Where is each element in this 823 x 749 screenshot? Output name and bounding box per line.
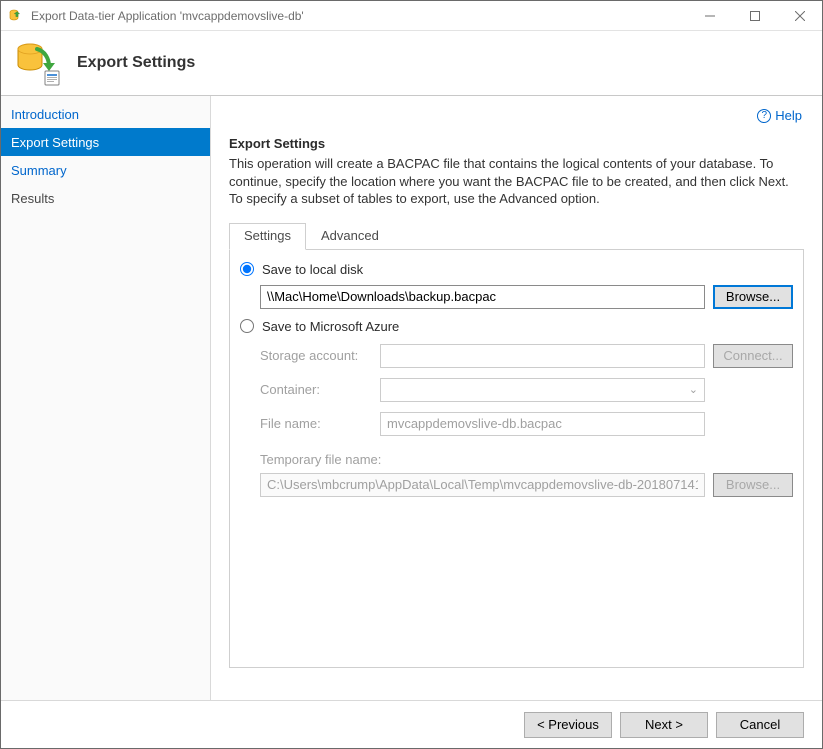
browse-temp-button: Browse... (713, 473, 793, 497)
save-azure-radio-label: Save to Microsoft Azure (262, 319, 399, 334)
help-label: Help (775, 108, 802, 123)
page-title: Export Settings (77, 54, 195, 72)
storage-account-input (380, 344, 705, 368)
save-azure-radio-row[interactable]: Save to Microsoft Azure (240, 319, 793, 334)
storage-account-row: Storage account: Connect... (260, 344, 793, 368)
file-name-label: File name: (260, 416, 380, 431)
sidebar-item-label: Results (11, 191, 54, 206)
save-local-radio-row[interactable]: Save to local disk (240, 262, 793, 277)
sidebar-item-summary[interactable]: Summary (1, 156, 210, 184)
container-select: ⌄ (380, 378, 705, 402)
close-button[interactable] (777, 1, 822, 30)
next-button[interactable]: Next > (620, 712, 708, 738)
file-name-row: File name: (260, 412, 793, 436)
sidebar-item-label: Summary (11, 163, 67, 178)
container-row: Container: ⌄ (260, 378, 793, 402)
storage-account-label: Storage account: (260, 348, 380, 363)
titlebar: Export Data-tier Application 'mvcappdemo… (1, 1, 822, 31)
help-link[interactable]: ? Help (757, 108, 802, 123)
sidebar-item-introduction[interactable]: Introduction (1, 100, 210, 128)
main: ? Help Export Settings This operation wi… (211, 96, 822, 700)
help-icon: ? (757, 109, 771, 123)
section-description: This operation will create a BACPAC file… (229, 155, 804, 208)
sidebar-item-export-settings[interactable]: Export Settings (1, 128, 210, 156)
browse-local-button[interactable]: Browse... (713, 285, 793, 309)
header: Export Settings (1, 31, 822, 96)
local-path-row: Browse... (260, 285, 793, 309)
sidebar: Introduction Export Settings Summary Res… (1, 96, 211, 700)
tabs: SettingsAdvanced (229, 222, 804, 250)
settings-form: Save to local disk Browse... Save to Mic… (229, 250, 804, 668)
window-title: Export Data-tier Application 'mvcappdemo… (31, 9, 687, 23)
save-azure-radio[interactable] (240, 319, 254, 333)
connect-button: Connect... (713, 344, 793, 368)
body: Introduction Export Settings Summary Res… (1, 96, 822, 700)
previous-button[interactable]: < Previous (524, 712, 612, 738)
bottom-bar: < Previous Next > Cancel (1, 700, 822, 748)
temp-file-row: Temporary file name: (260, 452, 793, 467)
tab-advanced[interactable]: Advanced (306, 223, 394, 250)
window-controls (687, 1, 822, 30)
temp-file-value-row: Browse... (260, 473, 793, 497)
file-name-input (380, 412, 705, 436)
local-path-input[interactable] (260, 285, 705, 309)
app-icon (9, 8, 25, 24)
sidebar-item-label: Export Settings (11, 135, 99, 150)
header-icon (15, 39, 63, 87)
minimize-button[interactable] (687, 1, 732, 30)
section-title: Export Settings (229, 136, 804, 151)
container-label: Container: (260, 382, 380, 397)
temp-file-label: Temporary file name: (260, 452, 381, 467)
temp-file-input (260, 473, 705, 497)
chevron-down-icon: ⌄ (689, 383, 698, 396)
container-select-wrap: ⌄ (380, 378, 705, 402)
cancel-button[interactable]: Cancel (716, 712, 804, 738)
sidebar-item-results[interactable]: Results (1, 184, 210, 212)
save-local-radio[interactable] (240, 262, 254, 276)
maximize-button[interactable] (732, 1, 777, 30)
sidebar-item-label: Introduction (11, 107, 79, 122)
save-local-radio-label: Save to local disk (262, 262, 363, 277)
tab-settings[interactable]: Settings (229, 223, 306, 250)
